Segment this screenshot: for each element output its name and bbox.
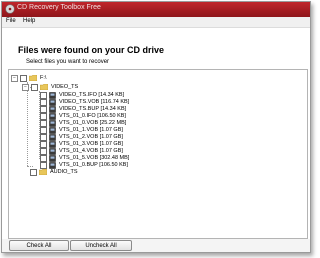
root-checkbox[interactable]	[20, 74, 27, 82]
tree-node-label: AUDIO_TS	[50, 169, 78, 175]
folder-icon	[39, 169, 47, 175]
folder-checkbox[interactable]	[31, 83, 38, 91]
page-title: Files were found on your CD drive	[18, 45, 165, 55]
tree-node-label: F:\	[40, 75, 47, 81]
tree-guide-line	[27, 166, 33, 167]
menu-file[interactable]: File	[6, 18, 16, 24]
app-logo-icon	[5, 4, 15, 14]
uncheck-all-button[interactable]: Uncheck All	[70, 240, 132, 251]
window-title: CD Recovery Toolbox Free	[17, 4, 101, 11]
menu-bar: File Help	[2, 17, 310, 28]
file-tree: − F:\ − VIDEO_TS VIDEO_TS.IFO [14.34 KB]	[8, 69, 308, 239]
folder-icon	[29, 75, 37, 81]
title-bar[interactable]: CD Recovery Toolbox Free	[2, 2, 310, 17]
tree-node-folder[interactable]: − VIDEO_TS	[22, 83, 78, 91]
tree-node-label: VIDEO_TS	[51, 84, 79, 90]
collapse-toggle[interactable]: −	[11, 74, 18, 82]
tree-node-root[interactable]: − F:\	[11, 74, 46, 82]
folder-icon	[40, 84, 48, 90]
collapse-toggle[interactable]: −	[22, 83, 29, 91]
page-header: Files were found on your CD drive Select…	[2, 28, 310, 65]
check-all-button[interactable]: Check All	[9, 240, 69, 251]
page-subtitle: Select files you want to recover	[26, 59, 110, 65]
tree-node-folder[interactable]: AUDIO_TS	[30, 168, 78, 176]
tree-guide-line	[27, 82, 28, 166]
menu-help[interactable]: Help	[23, 18, 35, 24]
folder-checkbox[interactable]	[30, 168, 37, 176]
app-window: CD Recovery Toolbox Free File Help Files…	[1, 1, 311, 253]
button-bar: Check All Uncheck All	[2, 239, 310, 252]
